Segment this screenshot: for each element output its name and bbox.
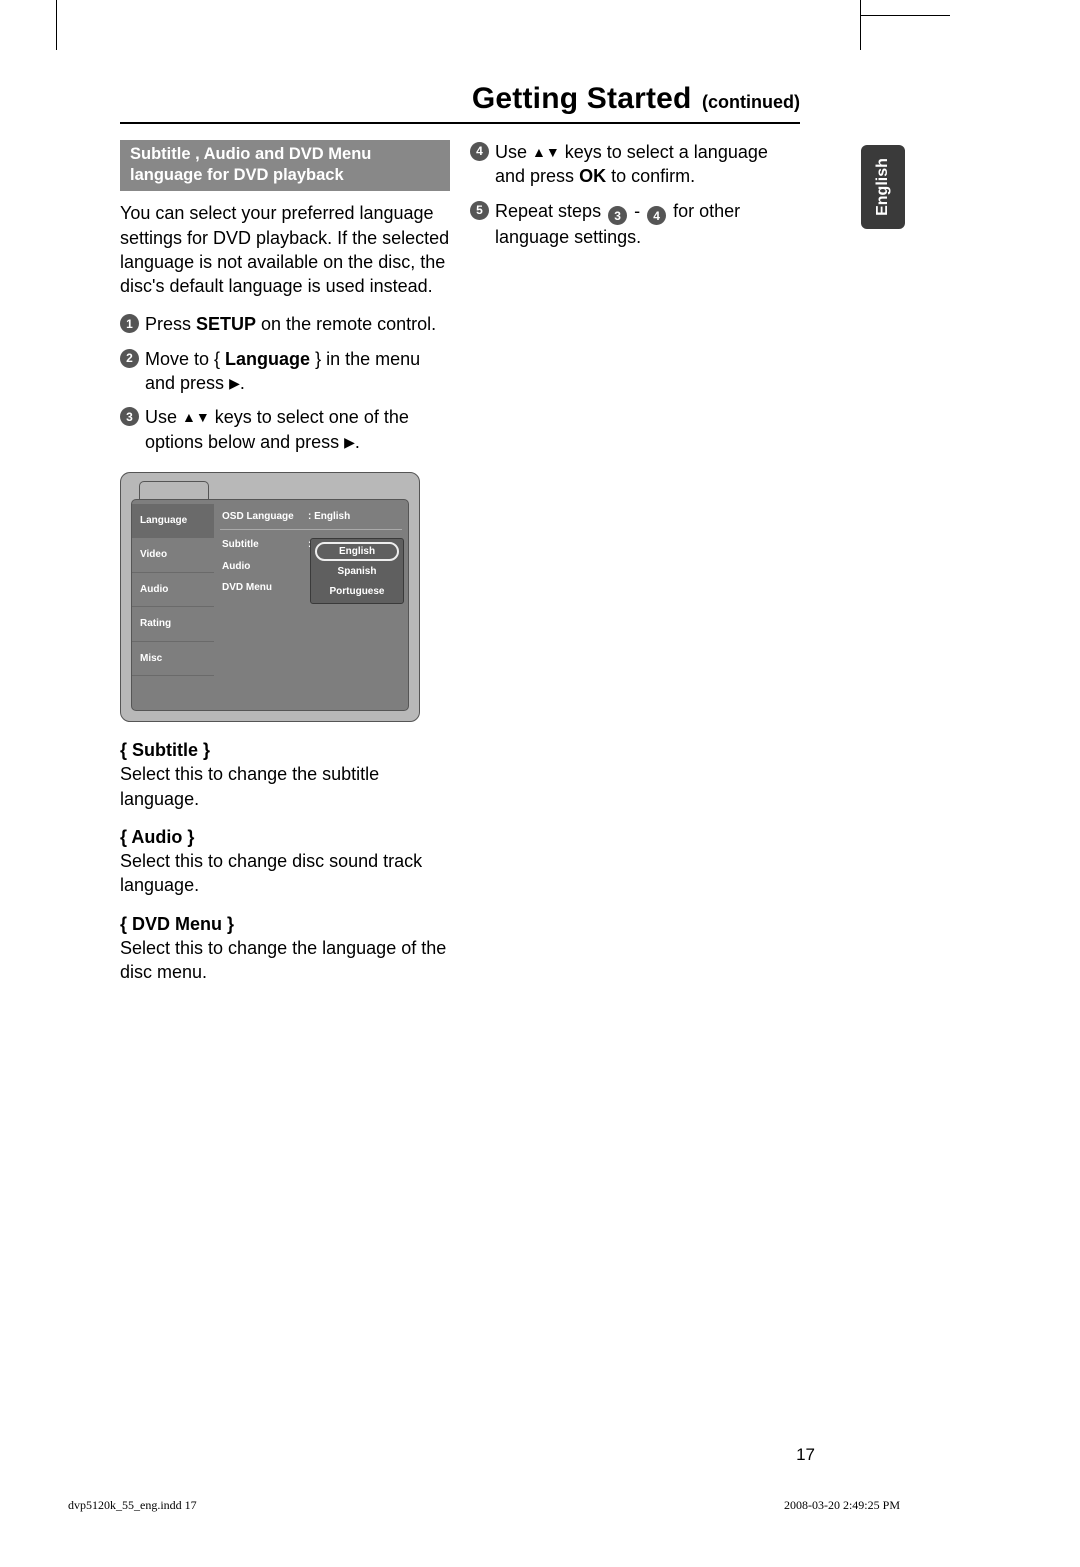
option-desc: Select this to change the language of th… [120,936,450,985]
osd-dropdown-item: Portuguese [311,582,403,602]
step-badge-inline: 3 [608,206,627,225]
osd-sidebar-item: Audio [132,573,214,608]
osd-dropdown-item: Spanish [311,562,403,582]
osd-row: OSD Language English [220,506,402,528]
option-label: { DVD Menu } [120,912,450,936]
step-body: Move to { Language } in the menu and pre… [145,347,450,396]
osd-inner: Language Video Audio Rating Misc OSD Lan… [131,499,409,711]
step-1: 1 Press SETUP on the remote control. [120,312,450,336]
right-column: 4 Use ▲▼ keys to select a language and p… [470,140,800,259]
section-heading: Subtitle , Audio and DVD Menu language f… [120,140,450,191]
osd-divider [220,529,402,530]
step-body: Repeat steps 3 - 4 for other language se… [495,199,800,250]
up-down-icon: ▲▼ [182,408,210,427]
option-label: { Subtitle } [120,738,450,762]
page-title-block: Getting Started (continued) [120,82,800,124]
crop-mark [860,15,950,16]
osd-sidebar-item: Rating [132,607,214,642]
options-block: { Subtitle } Select this to change the s… [120,738,450,985]
step-3: 3 Use ▲▼ keys to select one of the optio… [120,405,450,454]
option-desc: Select this to change disc sound track l… [120,849,450,898]
intro-paragraph: You can select your preferred language s… [120,201,450,298]
step-badge: 4 [470,142,489,161]
language-tab: English [861,145,905,229]
step-badge: 2 [120,349,139,368]
play-icon: ▶ [229,374,240,393]
osd-dropdown-item: English [315,542,399,562]
section-heading-line2: language for DVD playback [130,165,440,186]
step-5: 5 Repeat steps 3 - 4 for other language … [470,199,800,250]
option-label: { Audio } [120,825,450,849]
step-4: 4 Use ▲▼ keys to select a language and p… [470,140,800,189]
crop-mark [860,0,861,50]
page-number: 17 [796,1445,815,1465]
language-tab-label: English [874,158,892,216]
osd-tab-top [139,481,209,499]
footer-timestamp: 2008-03-20 2:49:25 PM [784,1498,900,1513]
step-2: 2 Move to { Language } in the menu and p… [120,347,450,396]
page-title-continued: (continued) [702,92,800,112]
play-icon: ▶ [344,433,355,452]
section-heading-line1: Subtitle , Audio and DVD Menu [130,144,440,165]
up-down-icon: ▲▼ [532,143,560,162]
osd-sidebar-item: Misc [132,642,214,677]
osd-main: OSD Language English Subtitle Auto Audio… [214,500,408,710]
step-badge-inline: 4 [647,206,666,225]
step-badge: 3 [120,407,139,426]
osd-screenshot: Language Video Audio Rating Misc OSD Lan… [120,472,420,722]
step-body: Use ▲▼ keys to select one of the options… [145,405,450,454]
step-body: Press SETUP on the remote control. [145,312,450,336]
osd-dropdown: English Spanish Portuguese [310,538,404,605]
option-desc: Select this to change the subtitle langu… [120,762,450,811]
step-badge: 5 [470,201,489,220]
osd-sidebar-item: Language [132,504,214,539]
page-title: Getting Started [472,82,692,115]
manual-page: Getting Started (continued) English Subt… [0,0,1080,1567]
osd-sidebar-item: Video [132,538,214,573]
step-body: Use ▲▼ keys to select a language and pre… [495,140,800,189]
crop-mark [56,0,57,50]
footer-file: dvp5120k_55_eng.indd 17 [68,1498,197,1513]
left-column: Subtitle , Audio and DVD Menu language f… [120,140,450,999]
osd-sidebar: Language Video Audio Rating Misc [132,500,214,710]
step-badge: 1 [120,314,139,333]
